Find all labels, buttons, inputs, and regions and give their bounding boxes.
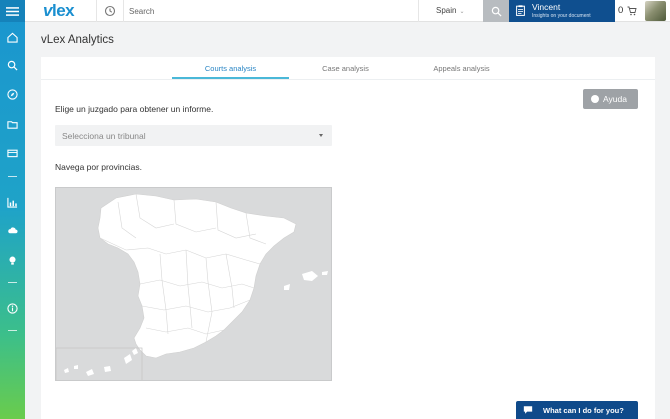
logo-suffix: lex (51, 1, 75, 20)
lightbulb-icon[interactable] (0, 251, 25, 269)
chevron-down-icon: ⌄ (459, 9, 465, 15)
search-icon[interactable] (0, 56, 25, 74)
help-icon (591, 95, 599, 103)
cart-count: 0 (618, 5, 624, 16)
briefcase-icon[interactable] (0, 143, 25, 161)
user-name: Vincent (532, 2, 561, 12)
balearic-ibiza (284, 284, 290, 290)
court-select-placeholder: Selecciona un tribunal (62, 131, 146, 141)
help-label: Ayuda (603, 94, 627, 104)
info-icon[interactable] (0, 299, 25, 317)
sidebar-separator (8, 176, 17, 177)
canary-islands-inset (56, 347, 143, 380)
sidebar-separator (8, 282, 17, 283)
balearic-menorca (322, 271, 328, 275)
tab-appeals-analysis[interactable]: Appeals analysis (419, 64, 504, 73)
chat-widget[interactable]: What can I do for you? (516, 401, 638, 419)
tab-case-analysis[interactable]: Case analysis (303, 64, 388, 73)
active-tab-indicator (172, 77, 289, 79)
top-bar: vlex Spain⌄ Vincent Insights on your doc… (25, 0, 670, 22)
spain-province-map[interactable] (55, 187, 332, 381)
divider (418, 0, 419, 22)
court-select[interactable]: Selecciona un tribunal (55, 125, 332, 146)
cart-icon[interactable] (627, 6, 637, 16)
tab-courts-analysis[interactable]: Courts analysis (172, 64, 289, 73)
canary-islands (64, 348, 138, 376)
balearic-mallorca (302, 271, 318, 281)
user-subtitle: Insights on your document (532, 13, 591, 19)
divider (123, 0, 124, 22)
tab-bar: Courts analysis Case analysis Appeals an… (41, 57, 655, 80)
history-icon[interactable] (104, 5, 116, 17)
avatar[interactable] (645, 1, 666, 21)
menu-icon[interactable] (0, 0, 25, 22)
folder-icon[interactable] (0, 115, 25, 133)
divider (96, 0, 97, 22)
search-icon (491, 6, 502, 17)
mainland-spain (97, 193, 297, 359)
country-selector[interactable]: Spain ⌄ (436, 6, 465, 15)
caret-down-icon (319, 134, 323, 137)
province-prompt: Navega por provincias. (55, 162, 142, 172)
sidebar (0, 0, 25, 419)
search-input[interactable] (129, 3, 409, 19)
country-label: Spain (436, 6, 457, 15)
clipboard-icon (516, 5, 525, 16)
analytics-card: Courts analysis Case analysis Appeals an… (41, 57, 655, 419)
search-button[interactable] (483, 0, 509, 22)
court-prompt: Elige un juzgado para obtener un informe… (55, 104, 214, 114)
sidebar-separator (8, 330, 17, 331)
vlex-logo[interactable]: vlex (43, 1, 75, 21)
user-menu[interactable]: Vincent Insights on your document (509, 0, 615, 22)
help-button[interactable]: Ayuda (583, 89, 638, 109)
page-title: vLex Analytics (41, 34, 114, 46)
home-icon[interactable] (0, 28, 25, 46)
cloud-icon[interactable] (0, 221, 25, 239)
chat-bubble-icon (519, 401, 537, 419)
spain-map-svg (56, 193, 328, 380)
logo-prefix: v (43, 1, 52, 20)
chart-icon[interactable] (0, 193, 25, 211)
chat-label: What can I do for you? (543, 405, 624, 415)
compass-icon[interactable] (0, 85, 25, 103)
